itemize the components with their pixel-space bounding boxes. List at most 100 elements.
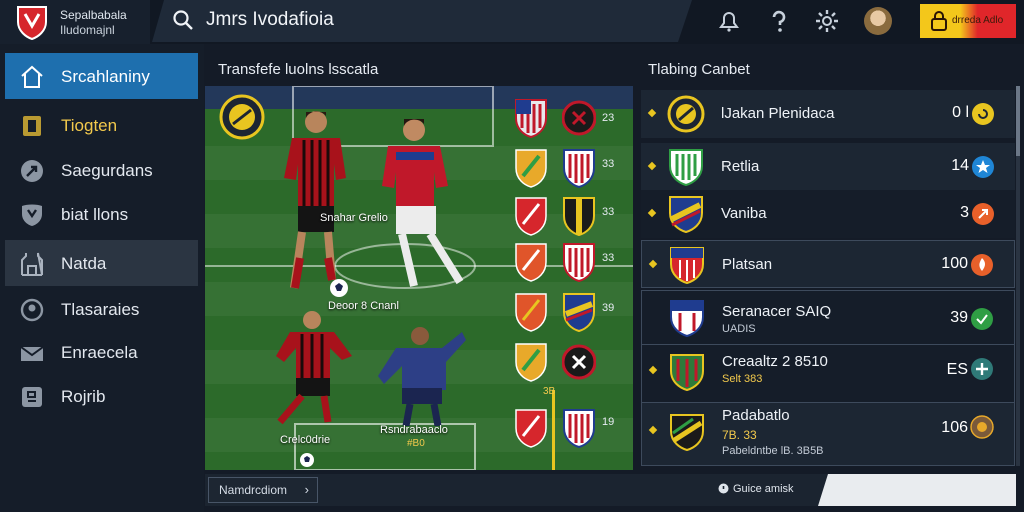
clipboard-icon	[23, 116, 41, 136]
crest-number: 23	[602, 112, 615, 124]
club-crest-icon	[219, 94, 265, 140]
sidebar-item-label: Tiogten	[61, 116, 118, 135]
club-score: 100	[941, 255, 968, 272]
club-detail: Selt 383	[722, 373, 763, 385]
brand-title: Sepalbabala	[60, 8, 127, 22]
status-label[interactable]: Guice amisk	[733, 483, 794, 495]
report-icon	[22, 387, 42, 407]
player-figure	[276, 311, 352, 425]
rank-marker	[648, 425, 658, 435]
brand-area[interactable]: Sepalbabala Iludomajnl	[0, 0, 150, 44]
ranking-row[interactable]: Creaaltz 2 8510 Selt 383 ES	[641, 344, 1015, 406]
player-figure	[378, 327, 466, 426]
coin-badge-icon	[970, 415, 994, 439]
navigation-button-label: Namdrcdiom	[219, 483, 288, 497]
scrollbar-thumb[interactable]	[1016, 86, 1020, 156]
sidebar-item-stadium[interactable]: Natda	[5, 240, 198, 286]
ball-icon	[300, 453, 314, 467]
club-detail: UADIS	[722, 323, 756, 335]
chevron-right-icon: ›	[304, 482, 309, 497]
sidebar-item-label: Natda	[61, 254, 107, 273]
ranking-row[interactable]: Retlia 14	[641, 143, 1015, 191]
help-icon[interactable]	[766, 8, 792, 34]
top-bar: Sepalbabala Iludomajnl Jmrs Ivodafioia d…	[0, 0, 1024, 44]
transfer-title: Transfefe luolns lsscatla	[218, 61, 379, 78]
sidebar-item-messages[interactable]: Enraecela	[5, 329, 198, 375]
plus-badge-icon	[971, 358, 993, 380]
player-figure	[382, 119, 464, 287]
ranking-row[interactable]: Vaniba 3	[641, 190, 1015, 238]
rank-marker	[647, 108, 657, 118]
club-crest-icon[interactable]	[562, 408, 596, 448]
club-name: Creaaltz 2 8510	[722, 353, 828, 370]
player-name[interactable]: Rsndrabaaclo	[380, 424, 448, 436]
rank-marker	[648, 259, 658, 269]
avatar[interactable]	[864, 7, 892, 35]
mail-icon	[20, 346, 44, 361]
club-crest-icon	[670, 300, 704, 337]
club-score: 106	[941, 419, 968, 436]
sidebar-item-club[interactable]: biat llons	[5, 191, 198, 237]
ranking-row[interactable]: Padabatlo 7B. 33 Pabeldntbe lB. 3B5B 106	[641, 402, 1015, 466]
rank-marker	[647, 161, 657, 171]
club-score: 39	[950, 309, 968, 326]
sidebar-item-scouting[interactable]: Tlasaraies	[5, 286, 198, 332]
club-crest-icon[interactable]	[514, 242, 548, 282]
club-shield-icon	[17, 6, 47, 40]
club-crest-icon[interactable]	[514, 196, 548, 236]
club-detail: Pabeldntbe lB. 3B5B	[722, 445, 824, 457]
promo-button[interactable]: drreda Adlo	[920, 4, 1016, 38]
sidebar-item-label: Saegurdans	[61, 161, 153, 180]
flame-badge-icon	[971, 254, 993, 276]
club-crest-icon[interactable]	[514, 148, 548, 188]
check-badge-icon	[971, 308, 993, 330]
crest-number: 19	[602, 416, 615, 428]
crest-number: 33	[602, 206, 615, 218]
ranking-row[interactable]: Seranacer SAIQ UADIS 39	[641, 290, 1015, 352]
club-crest-icon[interactable]	[562, 292, 596, 332]
club-crest-icon	[670, 414, 704, 451]
club-crest-icon	[669, 196, 703, 233]
club-crest-icon[interactable]	[562, 196, 596, 236]
player-name[interactable]: Deoor 8 Cnanl	[328, 300, 399, 312]
bell-icon[interactable]	[716, 8, 742, 34]
highlight-marker: 3B	[543, 386, 556, 397]
club-score: 0 l	[952, 104, 969, 121]
navigation-button[interactable]: Namdrcdiom ›	[208, 477, 318, 503]
club-crest-icon	[667, 95, 705, 133]
club-crest-icon[interactable]	[562, 342, 596, 382]
ranking-title: Tlabing Canbet	[648, 61, 750, 78]
search-icon[interactable]	[172, 9, 194, 31]
bottom-panel	[818, 474, 1016, 506]
sidebar-item-reports[interactable]: Rojrib	[5, 373, 198, 419]
ranking-row[interactable]: Platsan 100	[641, 240, 1015, 288]
ranking-row[interactable]: lJakan Plenidaca 0 l	[641, 90, 1015, 138]
promo-label: drreda Adlo	[952, 15, 1004, 26]
lock-icon	[931, 11, 947, 31]
club-crest-icon[interactable]	[562, 98, 596, 138]
crest-number: 39	[602, 302, 615, 314]
sidebar-item-home[interactable]: Srcahlaniny	[5, 53, 198, 99]
player-rating: #B0	[407, 438, 425, 449]
club-name: lJakan Plenidaca	[721, 105, 835, 122]
crest-number: 33	[602, 158, 615, 170]
club-crest-icon[interactable]	[514, 342, 548, 382]
sidebar-item-training[interactable]: Tiogten	[5, 102, 198, 148]
club-crest-icon[interactable]	[514, 98, 548, 138]
player-name[interactable]: Snahar Grelio	[320, 212, 388, 224]
player-name[interactable]: Crelc0drie	[280, 434, 330, 446]
club-crest-icon	[670, 247, 704, 284]
rank-marker	[648, 365, 658, 375]
sidebar-item-label: Tlasaraies	[61, 300, 140, 319]
search-input[interactable]: Jmrs Ivodafioia	[206, 9, 334, 31]
brand-subtitle: Iludomajnl	[60, 23, 115, 37]
club-name: Vaniba	[721, 205, 767, 222]
club-crest-icon[interactable]	[562, 148, 596, 188]
club-crest-icon[interactable]	[562, 242, 596, 282]
sidebar-item-schedule[interactable]: Saegurdans	[5, 147, 198, 193]
club-name: Platsan	[722, 256, 773, 273]
club-crest-icon[interactable]	[514, 408, 548, 448]
gear-icon[interactable]	[814, 8, 840, 34]
crest-number: 33	[602, 252, 615, 264]
club-crest-icon[interactable]	[514, 292, 548, 332]
